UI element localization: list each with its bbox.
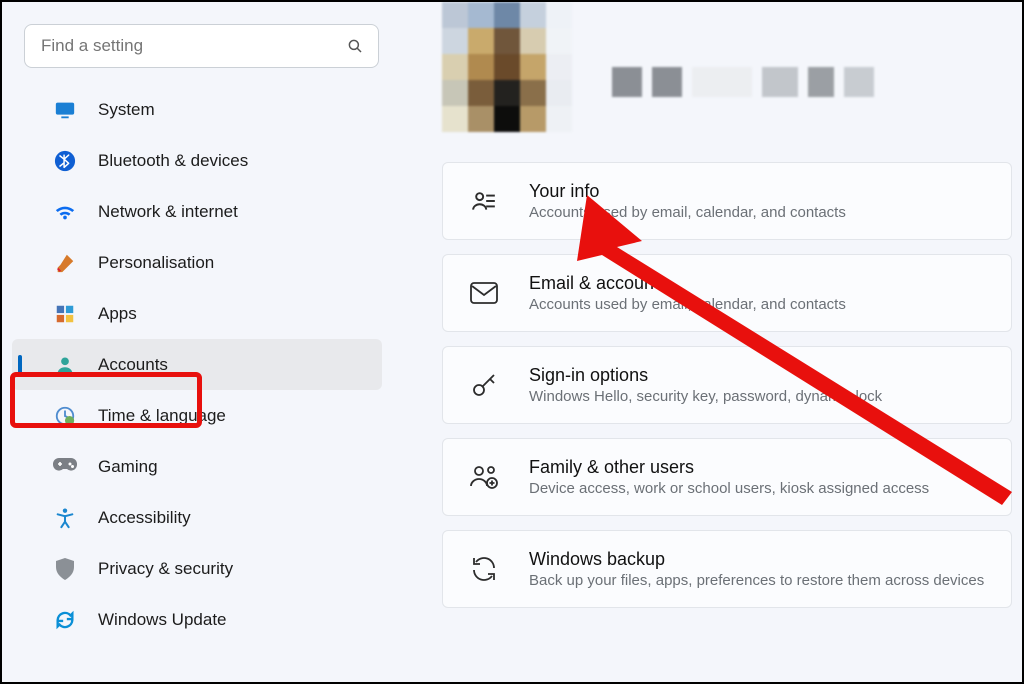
- sidebar-item-label: Gaming: [98, 457, 158, 477]
- accessibility-icon: [52, 505, 78, 531]
- sidebar-item-network-internet[interactable]: Network & internet: [12, 186, 382, 237]
- backup-icon: [467, 556, 501, 582]
- search-field[interactable]: [39, 35, 346, 57]
- sidebar-item-label: Accessibility: [98, 508, 191, 528]
- settings-card-windows-backup[interactable]: Windows backup Back up your files, apps, …: [442, 530, 1012, 608]
- card-title: Sign-in options: [529, 365, 882, 386]
- card-subtitle: Windows Hello, security key, password, d…: [529, 388, 882, 405]
- sidebar-item-gaming[interactable]: Gaming: [12, 441, 382, 492]
- gamepad-icon: [52, 454, 78, 480]
- brush-icon: [52, 250, 78, 276]
- key-icon: [467, 371, 501, 399]
- card-title: Windows backup: [529, 549, 984, 570]
- person-lines-icon: [467, 188, 501, 214]
- sidebar-item-label: Accounts: [98, 355, 168, 375]
- sidebar-item-windows-update[interactable]: Windows Update: [12, 594, 382, 645]
- sidebar-item-label: System: [98, 100, 155, 120]
- sidebar-item-time-language[interactable]: Time & language: [12, 390, 382, 441]
- card-title: Email & accounts: [529, 273, 846, 294]
- sidebar-item-label: Time & language: [98, 406, 226, 426]
- sidebar-item-label: Personalisation: [98, 253, 214, 273]
- mail-icon: [467, 282, 501, 304]
- monitor-icon: [52, 97, 78, 123]
- clock-globe-icon: [52, 403, 78, 429]
- avatar: [442, 2, 572, 132]
- search-input[interactable]: [24, 24, 379, 68]
- sidebar-item-apps[interactable]: Apps: [12, 288, 382, 339]
- sidebar-item-label: Privacy & security: [98, 559, 233, 579]
- search-icon: [346, 37, 364, 55]
- sidebar-item-personalisation[interactable]: Personalisation: [12, 237, 382, 288]
- shield-icon: [52, 556, 78, 582]
- apps-icon: [52, 301, 78, 327]
- sidebar-item-label: Network & internet: [98, 202, 238, 222]
- sidebar-item-bluetooth-devices[interactable]: Bluetooth & devices: [12, 135, 382, 186]
- card-subtitle: Accounts used by email, calendar, and co…: [529, 296, 846, 313]
- card-title: Your info: [529, 181, 846, 202]
- settings-card-family-other-users[interactable]: Family & other users Device access, work …: [442, 438, 1012, 516]
- sidebar-item-label: Bluetooth & devices: [98, 151, 248, 171]
- person-icon: [52, 352, 78, 378]
- sidebar-item-accounts[interactable]: Accounts: [12, 339, 382, 390]
- card-title: Family & other users: [529, 457, 929, 478]
- card-subtitle: Accounts used by email, calendar, and co…: [529, 204, 846, 221]
- sidebar-item-system[interactable]: System: [12, 84, 382, 135]
- bluetooth-icon: [52, 148, 78, 174]
- sidebar-item-privacy-security[interactable]: Privacy & security: [12, 543, 382, 594]
- sidebar-item-accessibility[interactable]: Accessibility: [12, 492, 382, 543]
- sidebar-item-label: Windows Update: [98, 610, 227, 630]
- account-name: [612, 67, 874, 97]
- wifi-icon: [52, 199, 78, 225]
- people-add-icon: [467, 464, 501, 490]
- card-subtitle: Back up your files, apps, preferences to…: [529, 572, 984, 589]
- update-icon: [52, 607, 78, 633]
- settings-card-your-info[interactable]: Your info Accounts used by email, calenda…: [442, 162, 1012, 240]
- settings-card-sign-in-options[interactable]: Sign-in options Windows Hello, security k…: [442, 346, 1012, 424]
- settings-card-email-accounts[interactable]: Email & accounts Accounts used by email, …: [442, 254, 1012, 332]
- sidebar-item-label: Apps: [98, 304, 137, 324]
- card-subtitle: Device access, work or school users, kio…: [529, 480, 929, 497]
